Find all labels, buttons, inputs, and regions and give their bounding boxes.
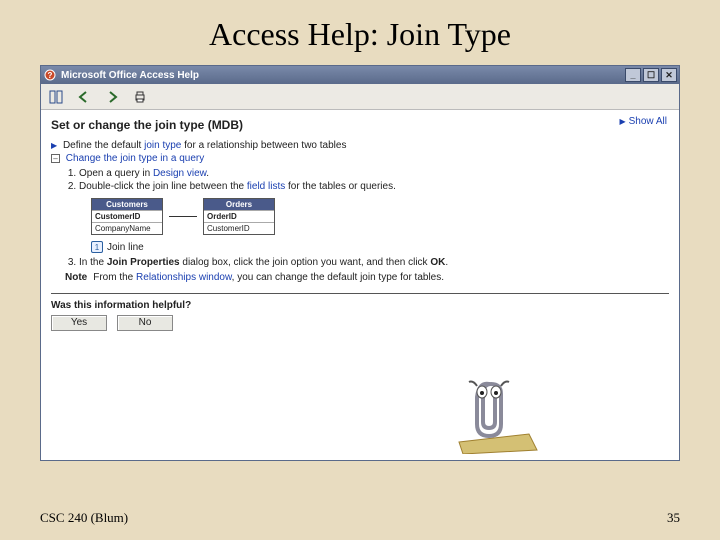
steps-list-2: In the Join Properties dialog box, click… — [79, 257, 669, 268]
step1-b: . — [206, 168, 209, 179]
note-label: Note — [65, 272, 87, 283]
step2-a: Double-click the join line between the — [79, 181, 247, 192]
step3-a: In the — [79, 257, 107, 268]
close-button[interactable]: ✕ — [661, 68, 677, 82]
show-all-link[interactable]: Show All — [619, 116, 667, 127]
tile-button[interactable] — [45, 87, 67, 107]
footer-left: CSC 240 (Blum) — [40, 510, 128, 526]
step2-b: for the tables or queries. — [285, 181, 396, 192]
window-title: Microsoft Office Access Help — [61, 70, 199, 81]
expand-line-2[interactable]: – Change the join type in a query — [51, 153, 669, 164]
note-body: From the Relationships window, you can c… — [93, 272, 444, 283]
tile-icon — [49, 90, 63, 104]
table-left-name: Customers — [92, 199, 162, 210]
collapse-icon: – — [51, 154, 60, 163]
print-button[interactable] — [129, 87, 151, 107]
note-link[interactable]: Relationships window — [136, 272, 232, 283]
minimize-button[interactable]: _ — [625, 68, 641, 82]
step3-c: . — [445, 257, 448, 268]
clippy-assistant[interactable] — [449, 372, 539, 454]
back-button[interactable] — [73, 87, 95, 107]
table-orders: Orders OrderID CustomerID — [203, 198, 275, 235]
step1-a: Open a query in — [79, 168, 153, 179]
line1-suffix: for a relationship between two tables — [181, 140, 346, 151]
table-left-row0: CustomerID — [92, 210, 162, 222]
line1-prefix: Define the default — [63, 140, 144, 151]
help-content: Show All Set or change the join type (MD… — [41, 110, 679, 460]
footer-right: 35 — [667, 510, 680, 526]
app-icon: ? — [43, 68, 57, 82]
step1-link[interactable]: Design view — [153, 168, 206, 179]
step-1: Open a query in Design view. — [79, 168, 669, 179]
no-button[interactable]: No — [117, 315, 173, 331]
steps-list: Open a query in Design view. Double-clic… — [79, 168, 669, 192]
feedback-buttons: Yes No — [51, 315, 669, 331]
note-b: , you can change the default join type f… — [232, 272, 444, 283]
expand-caret-icon: ▶ — [51, 141, 57, 150]
table-customers: Customers CustomerID CompanyName — [91, 198, 163, 235]
table-left-row1: CompanyName — [92, 222, 162, 234]
maximize-button[interactable]: ☐ — [643, 68, 659, 82]
topic-title: Set or change the join type (MDB) — [51, 118, 669, 132]
back-icon — [77, 90, 91, 104]
note-row: Note From the Relationships window, you … — [65, 272, 669, 283]
join-diagram: Customers CustomerID CompanyName Orders … — [91, 198, 669, 235]
table-right-row1: CustomerID — [204, 222, 274, 234]
step-3: In the Join Properties dialog box, click… — [79, 257, 669, 268]
forward-icon — [105, 90, 119, 104]
forward-button[interactable] — [101, 87, 123, 107]
titlebar: ? Microsoft Office Access Help _ ☐ ✕ — [41, 66, 679, 84]
line1-link[interactable]: join type — [144, 140, 181, 151]
callout-num: 1 — [91, 241, 103, 253]
slide-title: Access Help: Join Type — [0, 0, 720, 65]
step3-bold2: OK — [430, 257, 445, 268]
step3-bold: Join Properties — [107, 257, 180, 268]
svg-text:?: ? — [48, 71, 53, 80]
callout-join-line: 1 Join line — [91, 241, 669, 253]
step-2: Double-click the join line between the f… — [79, 181, 669, 192]
line2-text: Change the join type in a query — [66, 153, 204, 164]
toolbar — [41, 84, 679, 110]
feedback-question: Was this information helpful? — [51, 300, 669, 311]
join-line[interactable] — [169, 216, 197, 217]
step2-link[interactable]: field lists — [247, 181, 285, 192]
table-right-name: Orders — [204, 199, 274, 210]
help-window: ? Microsoft Office Access Help _ ☐ ✕ Sho… — [40, 65, 680, 461]
slide-footer: CSC 240 (Blum) 35 — [40, 510, 680, 526]
expand-line-1[interactable]: ▶ Define the default join type for a rel… — [51, 140, 669, 151]
divider — [51, 293, 669, 294]
yes-button[interactable]: Yes — [51, 315, 107, 331]
print-icon — [133, 90, 147, 104]
note-a: From the — [93, 272, 136, 283]
step3-b: dialog box, click the join option you wa… — [180, 257, 431, 268]
table-right-row0: OrderID — [204, 210, 274, 222]
callout-label: Join line — [107, 242, 144, 253]
